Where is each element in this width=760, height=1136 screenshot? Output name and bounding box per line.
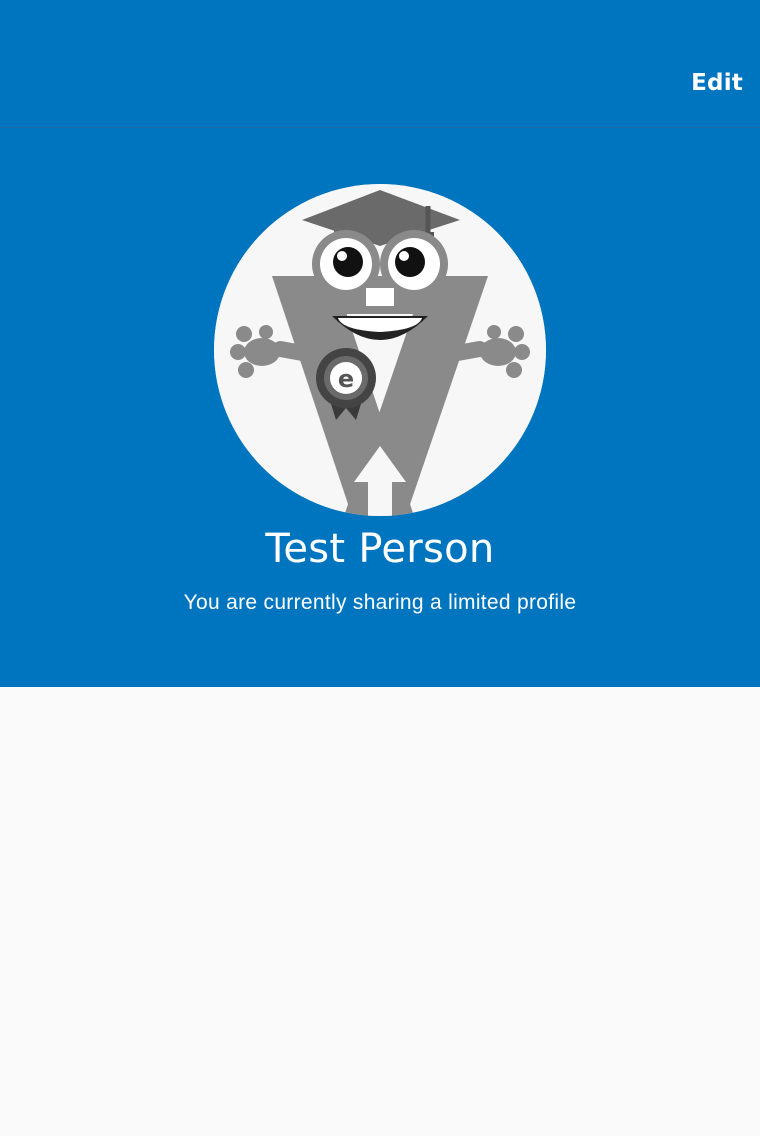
navigation-bar: Edit [0, 0, 760, 128]
profile-screen: Edit e Test Person You are currently sha… [0, 0, 760, 1136]
content-area [0, 687, 760, 1136]
profile-avatar[interactable]: e [214, 184, 546, 516]
profile-status-text: You are currently sharing a limited prof… [183, 591, 577, 614]
edit-button[interactable]: Edit [691, 70, 743, 96]
profile-name: Test Person [265, 526, 495, 572]
svg-text:e: e [338, 365, 354, 393]
profile-header: e Test Person You are currently sharing … [0, 128, 760, 687]
mascot-avatar-icon: e [214, 184, 546, 516]
